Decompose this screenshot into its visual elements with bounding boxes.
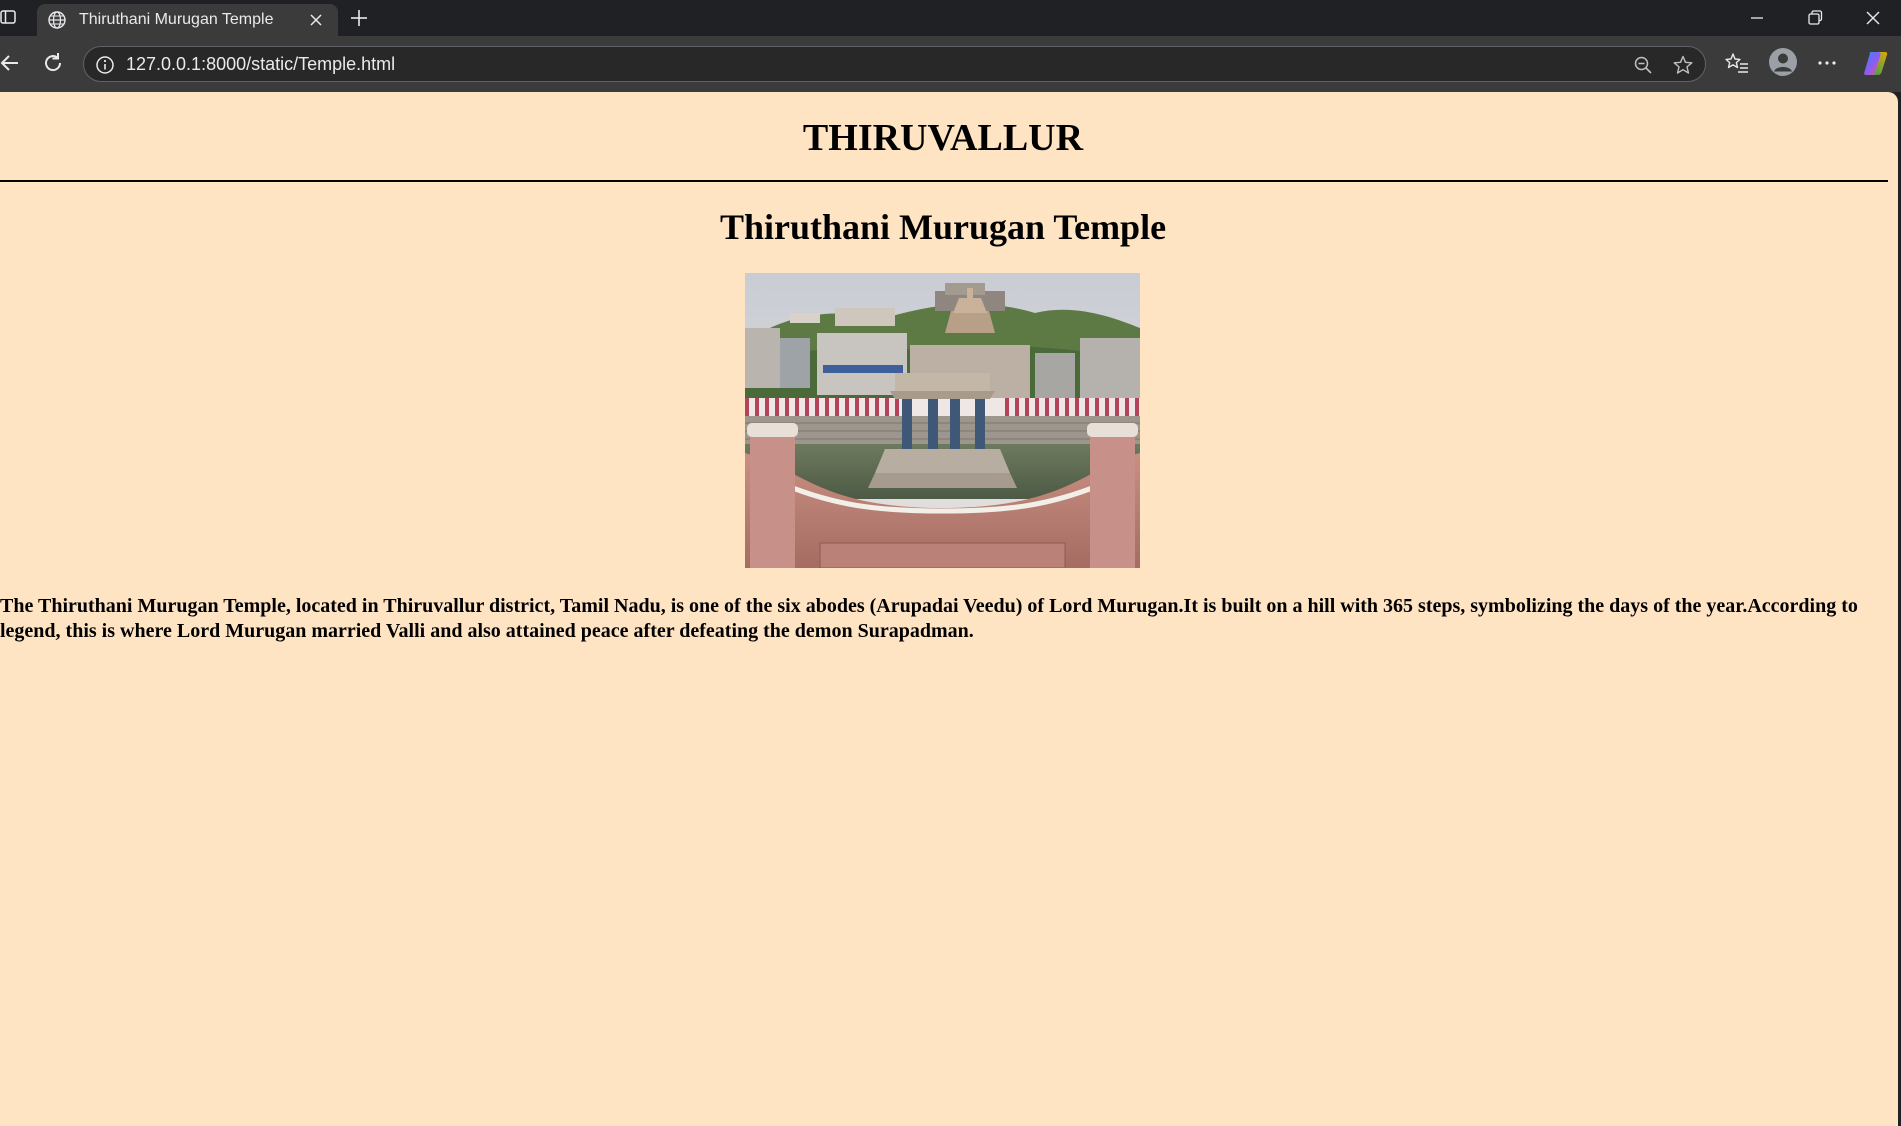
temple-photo: [745, 273, 1140, 568]
favorite-star-icon[interactable]: [1672, 54, 1694, 76]
temple-description: The Thiruthani Murugan Temple, located i…: [0, 595, 1858, 642]
profile-icon[interactable]: [1768, 47, 1798, 77]
favorites-icon[interactable]: [1724, 50, 1750, 76]
more-icon[interactable]: [1814, 50, 1840, 76]
url-text[interactable]: 127.0.0.1:8000/static/Temple.html: [126, 54, 395, 75]
restore-icon[interactable]: [1803, 6, 1827, 30]
tab-thiruthani[interactable]: Thiruthani Murugan Temple: [37, 4, 338, 36]
reload-icon[interactable]: [40, 50, 66, 76]
new-tab-icon[interactable]: [347, 6, 371, 30]
zoom-out-icon[interactable]: [1632, 54, 1654, 76]
browser-toolbar: 127.0.0.1:8000/static/Temple.html: [0, 36, 1901, 92]
browser-window: Thiruthani Murugan Temple 127.0.0.1:8000…: [0, 0, 1901, 1126]
sidebar-toggle-icon[interactable]: [0, 9, 16, 25]
page-viewport: THIRUVALLUR Thiruthani Murugan Temple Th…: [0, 92, 1898, 1126]
globe-icon: [48, 11, 66, 29]
address-bar[interactable]: 127.0.0.1:8000/static/Temple.html: [83, 46, 1706, 82]
horizontal-rule: [0, 180, 1888, 182]
back-icon[interactable]: [0, 50, 24, 76]
close-window-icon[interactable]: [1861, 6, 1885, 30]
site-info-icon[interactable]: [94, 54, 116, 76]
tab-title: Thiruthani Murugan Temple: [79, 11, 274, 28]
close-tab-icon[interactable]: [308, 12, 324, 28]
page-title: Thiruthani Murugan Temple: [719, 207, 1167, 247]
copilot-icon[interactable]: [1861, 48, 1891, 78]
minimize-icon[interactable]: [1745, 6, 1769, 30]
page-header: THIRUVALLUR: [802, 117, 1084, 159]
tab-strip: Thiruthani Murugan Temple: [0, 0, 1901, 36]
